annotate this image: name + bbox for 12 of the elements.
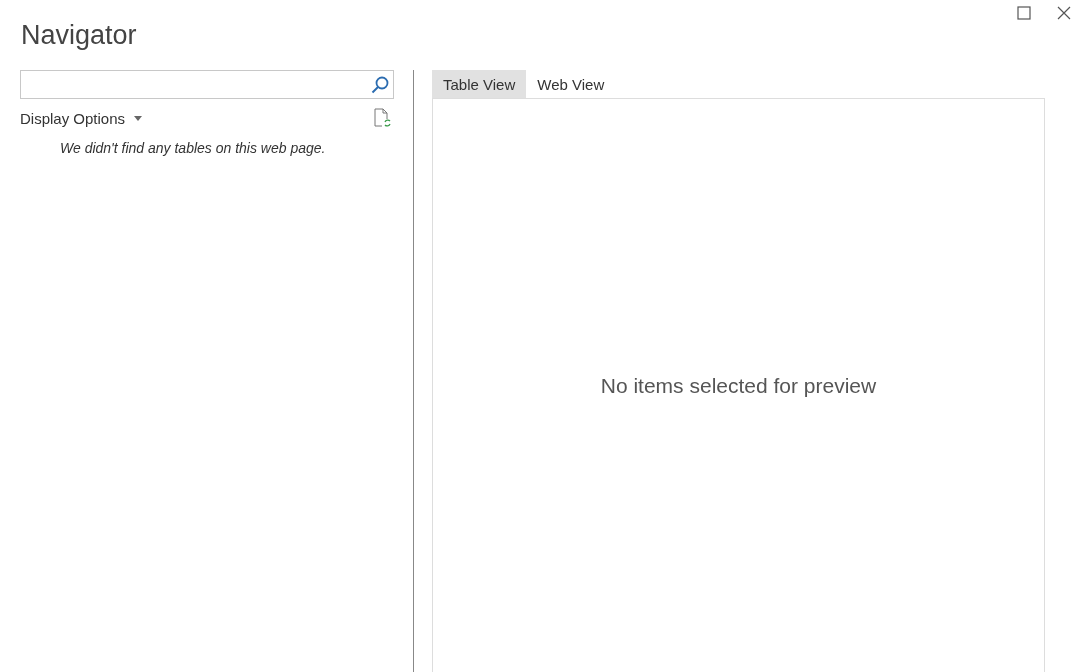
preview-message: No items selected for preview — [600, 373, 877, 398]
display-options-button[interactable]: Display Options — [20, 109, 143, 127]
view-tab[interactable]: Table View — [432, 70, 527, 98]
window-title: Navigator — [21, 20, 137, 52]
caret-icon — [134, 115, 143, 121]
view-tab[interactable]: Web View — [526, 70, 616, 98]
search-field[interactable] — [20, 70, 394, 99]
search-icon[interactable] — [371, 75, 389, 94]
refresh-document-icon[interactable] — [374, 108, 392, 128]
close-icon[interactable] — [1057, 6, 1071, 20]
maximize-icon[interactable] — [1017, 6, 1031, 20]
empty-message: We didn't find any tables on this web page. — [60, 140, 327, 156]
